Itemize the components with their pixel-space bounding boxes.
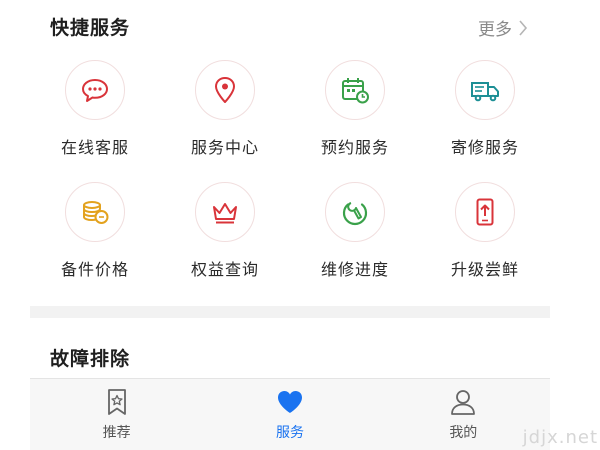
service-label: 寄修服务 xyxy=(450,138,519,157)
service-label: 权益查询 xyxy=(190,260,259,279)
tab-label: 服务 xyxy=(275,425,304,441)
service-upgrade-preview[interactable]: 升级尝鲜 xyxy=(420,182,550,304)
troubleshooting-card: 故障排除 xyxy=(30,318,550,378)
service-benefits-query[interactable]: 权益查询 xyxy=(160,182,290,304)
service-label: 在线客服 xyxy=(60,138,129,157)
more-label: 更多 xyxy=(478,20,512,40)
service-appointment[interactable]: 预约服务 xyxy=(290,60,420,182)
quick-services-card: 快捷服务 更多 在线客服 服务中心 预约服务 寄修服务 备件价格 权益查询 维修… xyxy=(30,0,550,306)
more-link[interactable]: 更多 xyxy=(478,15,528,40)
location-pin-icon xyxy=(215,77,235,103)
chevron-right-icon xyxy=(519,19,528,36)
service-icon-circle xyxy=(65,182,125,242)
service-service-center[interactable]: 服务中心 xyxy=(160,60,290,182)
wrench-progress-icon xyxy=(342,202,368,226)
service-parts-price[interactable]: 备件价格 xyxy=(30,182,160,304)
service-label: 备件价格 xyxy=(60,260,129,279)
quick-services-grid: 在线客服 服务中心 预约服务 寄修服务 备件价格 权益查询 维修进度 升级尝鲜 xyxy=(30,60,550,304)
quick-services-title: 快捷服务 xyxy=(50,17,131,39)
service-mail-in-repair[interactable]: 寄修服务 xyxy=(420,60,550,182)
service-label: 服务中心 xyxy=(190,138,259,157)
service-icon-circle xyxy=(455,60,515,120)
heart-icon xyxy=(277,391,302,413)
bookmark-star-icon xyxy=(107,389,126,415)
service-repair-progress[interactable]: 维修进度 xyxy=(290,182,420,304)
bottom-tab-bar: 推荐 服务 我的 xyxy=(30,378,550,450)
phone-upgrade-icon xyxy=(476,198,494,226)
service-label: 维修进度 xyxy=(320,260,389,279)
service-icon-circle xyxy=(195,60,255,120)
service-icon-circle xyxy=(65,60,125,120)
delivery-truck-icon xyxy=(471,82,499,102)
watermark-text: jdjx.net xyxy=(522,427,598,448)
tab-service[interactable]: 服务 xyxy=(203,379,376,450)
service-icon-circle xyxy=(195,182,255,242)
calendar-clock-icon xyxy=(342,78,369,104)
service-online-support[interactable]: 在线客服 xyxy=(30,60,160,182)
coins-icon xyxy=(83,201,109,224)
service-label: 预约服务 xyxy=(320,138,389,157)
section-divider xyxy=(30,306,550,318)
user-icon xyxy=(451,390,476,415)
service-icon-circle xyxy=(455,182,515,242)
service-screen: 快捷服务 更多 在线客服 服务中心 预约服务 寄修服务 备件价格 权益查询 维修… xyxy=(30,0,550,450)
tab-recommend[interactable]: 推荐 xyxy=(30,379,203,450)
service-icon-circle xyxy=(325,182,385,242)
tab-label: 我的 xyxy=(449,425,478,441)
service-label: 升级尝鲜 xyxy=(450,260,519,279)
troubleshooting-title: 故障排除 xyxy=(50,348,131,370)
chat-bubble-icon xyxy=(82,79,108,102)
service-icon-circle xyxy=(325,60,385,120)
crown-icon xyxy=(213,203,237,224)
tab-label: 推荐 xyxy=(102,425,131,441)
